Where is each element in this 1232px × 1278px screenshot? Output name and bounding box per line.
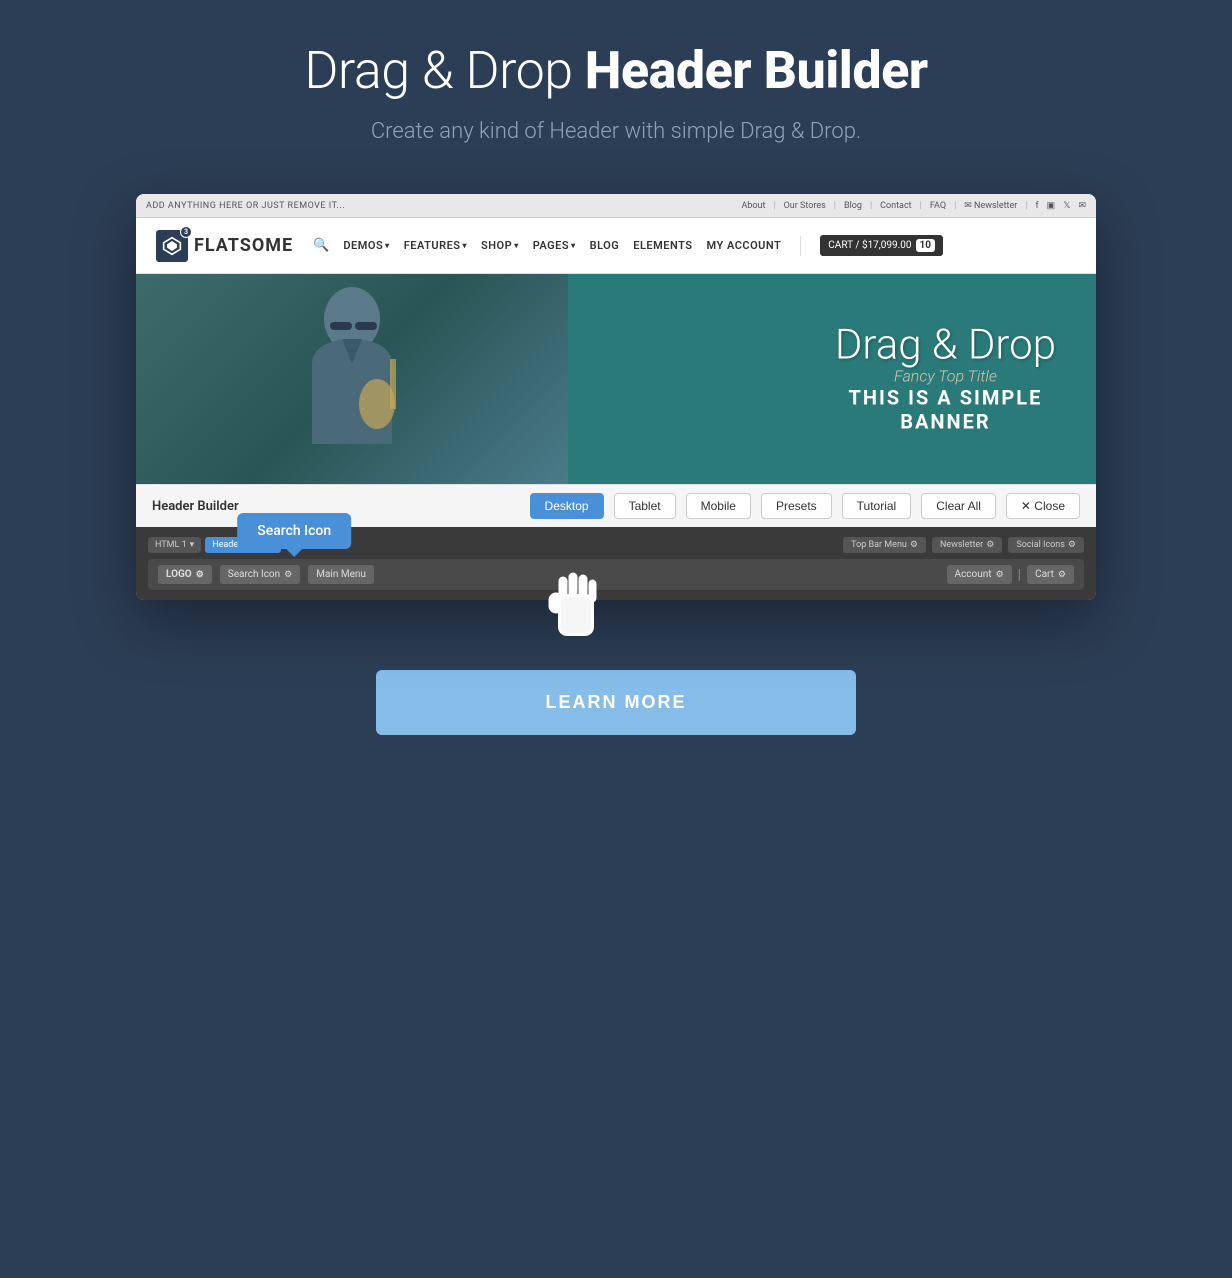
- topbar-social-mail[interactable]: ✉: [1078, 201, 1086, 211]
- tutorial-button[interactable]: Tutorial: [842, 493, 912, 519]
- builder-logo-tag[interactable]: LOGO ⚙: [158, 565, 212, 584]
- logo-text: FLATSOME: [194, 235, 293, 256]
- nav-search-icon[interactable]: 🔍: [313, 238, 329, 253]
- builder-cart-tag[interactable]: Cart ⚙: [1027, 565, 1074, 584]
- page-title: Drag & Drop Header Builder: [304, 40, 927, 101]
- tab-mobile[interactable]: Mobile: [686, 493, 751, 519]
- cart-label: CART / $17,099.00: [828, 240, 911, 251]
- cart-count: 10: [916, 239, 935, 252]
- builder-topbar-menu-tag[interactable]: Top Bar Menu ⚙: [843, 537, 926, 553]
- topbar: ADD ANYTHING HERE OR JUST REMOVE IT... A…: [136, 194, 1096, 218]
- browser-mockup: ADD ANYTHING HERE OR JUST REMOVE IT... A…: [136, 194, 1096, 600]
- tab-tablet[interactable]: Tablet: [614, 493, 676, 519]
- topbar-nav-about[interactable]: About: [741, 201, 765, 211]
- topbar-message: ADD ANYTHING HERE OR JUST REMOVE IT...: [146, 201, 345, 211]
- banner-image: [136, 274, 568, 484]
- close-button[interactable]: ✕ Close: [1006, 493, 1080, 519]
- builder-main-menu-tag[interactable]: Main Menu: [308, 565, 374, 584]
- nav-account[interactable]: MY ACCOUNT: [706, 239, 781, 252]
- builder-html-tag[interactable]: HTML 1 ▾: [148, 537, 201, 553]
- banner-subtitle: THIS IS A SIMPLEBANNER: [835, 386, 1056, 434]
- nav-pages[interactable]: PAGES ▾: [533, 239, 576, 252]
- nav-elements[interactable]: ELEMENTS: [633, 239, 692, 252]
- cart-gear-icon: ⚙: [1058, 570, 1066, 580]
- builder-row-main-wrapper: LOGO ⚙ Search Icon ⚙ Search Icon Main Me…: [148, 559, 1084, 590]
- page-subtitle: Create any kind of Header with simple Dr…: [371, 119, 861, 144]
- person-svg: [272, 274, 432, 484]
- banner-title: Drag & Drop: [835, 325, 1056, 367]
- logo-icon: 3: [156, 230, 188, 262]
- nav-blog[interactable]: BLOG: [590, 239, 620, 252]
- builder-row-main: LOGO ⚙ Search Icon ⚙ Search Icon Main Me…: [148, 559, 1084, 590]
- cart-button[interactable]: CART / $17,099.00 10: [820, 235, 943, 256]
- account-gear-icon: ⚙: [996, 570, 1004, 580]
- topbar-nav: About | Our Stores | Blog | Contact | FA…: [741, 201, 1086, 211]
- topbar-nav-newsletter[interactable]: ✉ Newsletter: [964, 201, 1017, 211]
- banner-area: Drag & Drop Fancy Top Title THIS IS A SI…: [136, 274, 1096, 484]
- logo-svg: [162, 236, 182, 256]
- topbar-social-instagram[interactable]: ▣: [1047, 201, 1056, 211]
- topbar-menu-gear-icon: ⚙: [910, 540, 918, 550]
- topbar-nav-faq[interactable]: FAQ: [930, 201, 946, 211]
- site-header: 3 FLATSOME 🔍 DEMOS ▾ FEATURES ▾ SHOP ▾ P…: [136, 218, 1096, 274]
- topbar-social-twitter[interactable]: 𝕏: [1063, 201, 1070, 211]
- tooltip-text: Search Icon: [237, 513, 351, 549]
- banner-text-area: Drag & Drop Fancy Top Title THIS IS A SI…: [835, 325, 1056, 434]
- builder-social-icons-tag[interactable]: Social Icons ⚙: [1008, 537, 1084, 553]
- newsletter-gear-icon: ⚙: [986, 540, 994, 550]
- html-tag-arrow: ▾: [190, 540, 195, 550]
- social-icons-gear-icon: ⚙: [1068, 540, 1076, 550]
- nav-divider: [800, 236, 801, 256]
- topbar-nav-stores[interactable]: Our Stores: [784, 201, 826, 211]
- builder-top-right: Top Bar Menu ⚙ Newsletter ⚙ Social Icons…: [843, 537, 1084, 553]
- clear-all-button[interactable]: Clear All: [921, 493, 996, 519]
- builder-right-tags: Account ⚙ | Cart ⚙: [947, 565, 1074, 584]
- logo-badge: 3: [180, 226, 192, 238]
- learn-more-button[interactable]: LEARN MORE: [376, 670, 856, 735]
- nav-shop[interactable]: SHOP ▾: [481, 239, 519, 252]
- header-builder-title: Header Builder: [152, 499, 239, 514]
- builder-separator: |: [1018, 567, 1021, 583]
- builder-area: HTML 1 ▾ Header Main ⚙ Top Bar Menu ⚙ Ne…: [136, 527, 1096, 600]
- nav-features[interactable]: FEATURES ▾: [404, 239, 467, 252]
- nav-demos[interactable]: DEMOS ▾: [343, 239, 389, 252]
- logo-area: 3 FLATSOME: [156, 230, 293, 262]
- logo-gear-icon: ⚙: [196, 570, 204, 580]
- tab-desktop[interactable]: Desktop: [530, 493, 604, 519]
- search-icon-tooltip: Search Icon: [237, 513, 351, 549]
- topbar-social-facebook[interactable]: f: [1036, 201, 1039, 211]
- site-nav: 🔍 DEMOS ▾ FEATURES ▾ SHOP ▾ PAGES ▾ BLOG…: [313, 235, 1076, 256]
- page-container: Drag & Drop Header Builder Create any ki…: [70, 40, 1162, 735]
- topbar-nav-blog[interactable]: Blog: [844, 201, 862, 211]
- presets-button[interactable]: Presets: [761, 493, 832, 519]
- builder-search-icon-tag[interactable]: Search Icon ⚙ Search Icon: [220, 565, 300, 584]
- builder-newsletter-tag[interactable]: Newsletter ⚙: [932, 537, 1002, 553]
- builder-account-tag[interactable]: Account ⚙: [947, 565, 1012, 584]
- search-icon-gear-icon: ⚙: [284, 570, 292, 580]
- topbar-nav-contact[interactable]: Contact: [880, 201, 911, 211]
